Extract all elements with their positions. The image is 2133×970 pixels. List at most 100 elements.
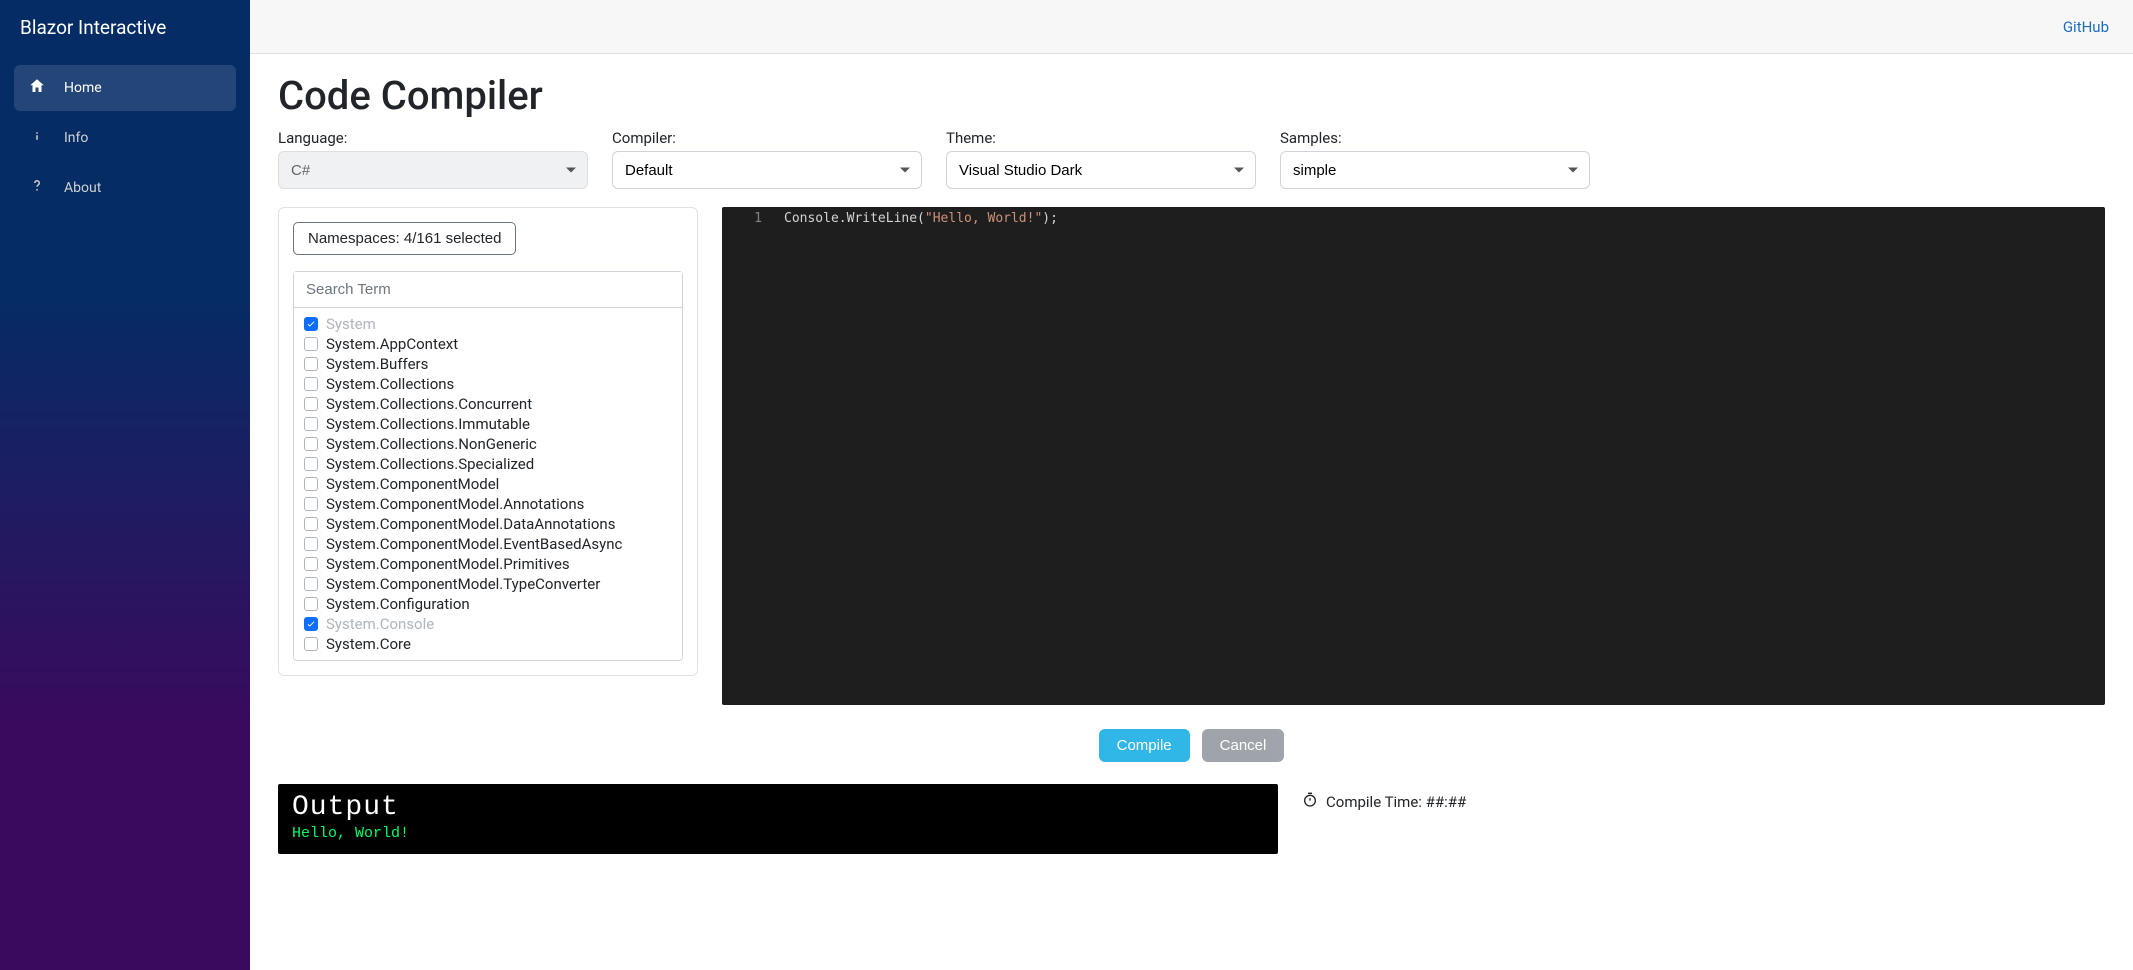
topbar: GitHub (250, 0, 2133, 54)
samples-label: Samples: (1280, 129, 1590, 147)
namespace-label: System.AppContext (326, 335, 458, 353)
namespace-item[interactable]: System.Console (302, 614, 674, 634)
checkbox-icon (304, 577, 318, 591)
nav-info[interactable]: Info (14, 115, 236, 161)
namespace-label: System.ComponentModel.Primitives (326, 555, 570, 573)
language-select: C# (278, 151, 588, 189)
nav-info-label: Info (64, 130, 88, 146)
info-icon (28, 127, 46, 149)
checkbox-icon (304, 557, 318, 571)
compiler-select[interactable]: Default (612, 151, 922, 189)
checkbox-icon (304, 617, 318, 631)
question-icon (28, 177, 46, 199)
output-title: Output (292, 792, 1264, 823)
namespace-item[interactable]: System.Collections.Concurrent (302, 394, 674, 414)
checkbox-icon (304, 517, 318, 531)
nav-home[interactable]: Home (14, 65, 236, 111)
code-editor[interactable]: 1 Console.WriteLine("Hello, World!"); (722, 207, 2105, 705)
editor-code-line: Console.WriteLine("Hello, World!"); (784, 211, 2105, 226)
compile-time: Compile Time: ##:## (1302, 784, 1466, 812)
namespace-item[interactable]: System.Collections.Immutable (302, 414, 674, 434)
namespaces-list[interactable]: System System.AppContext System.Buffers Sys… (294, 308, 682, 660)
namespace-label: System.ComponentModel.Annotations (326, 495, 584, 513)
page-title: Code Compiler (278, 72, 2105, 119)
compiler-group: Compiler: Default (612, 129, 922, 189)
namespace-item[interactable]: System.ComponentModel.EventBasedAsync (302, 534, 674, 554)
checkbox-icon (304, 457, 318, 471)
namespace-item[interactable]: System.AppContext (302, 334, 674, 354)
language-label: Language: (278, 129, 588, 147)
namespace-label: System.ComponentModel (326, 475, 499, 493)
checkbox-icon (304, 377, 318, 391)
stopwatch-icon (1302, 792, 1318, 812)
namespace-label: System.Collections (326, 375, 454, 393)
namespace-label: System (326, 315, 376, 333)
namespaces-dropdown: System System.AppContext System.Buffers Sys… (293, 271, 683, 661)
checkbox-icon (304, 537, 318, 551)
namespace-label: System.Configuration (326, 595, 470, 613)
namespace-item[interactable]: System.Core (302, 634, 674, 654)
namespace-item[interactable]: System.Configuration (302, 594, 674, 614)
theme-select[interactable]: Visual Studio Dark (946, 151, 1256, 189)
sidebar: Blazor Interactive Home Info About (0, 0, 250, 970)
home-icon (28, 77, 46, 99)
checkbox-icon (304, 477, 318, 491)
checkbox-icon (304, 597, 318, 611)
namespace-item[interactable]: System.Collections (302, 374, 674, 394)
namespace-label: System.Collections.Immutable (326, 415, 530, 433)
namespace-label: System.Buffers (326, 355, 428, 373)
namespace-label: System.Collections.Concurrent (326, 395, 532, 413)
namespaces-panel: Namespaces: 4/161 selected System System.… (278, 207, 698, 676)
nav-list: Home Info About (0, 55, 250, 221)
namespace-item[interactable]: System.ComponentModel.DataAnnotations (302, 514, 674, 534)
action-row: Compile Cancel (278, 729, 2105, 762)
work-row: Namespaces: 4/161 selected System System.… (278, 207, 2105, 705)
editor-line-number: 1 (722, 211, 784, 226)
namespaces-search-input[interactable] (294, 272, 682, 308)
theme-group: Theme: Visual Studio Dark (946, 129, 1256, 189)
language-group: Language: C# (278, 129, 588, 189)
namespace-item[interactable]: System.Collections.NonGeneric (302, 434, 674, 454)
namespace-label: System.Collections.Specialized (326, 455, 534, 473)
nav-home-label: Home (64, 80, 102, 96)
content: Code Compiler Language: C# Compiler: Def… (250, 54, 2133, 872)
namespace-label: System.ComponentModel.TypeConverter (326, 575, 600, 593)
checkbox-icon (304, 317, 318, 331)
namespace-item[interactable]: System.ComponentModel.TypeConverter (302, 574, 674, 594)
namespace-label: System.Collections.NonGeneric (326, 435, 537, 453)
checkbox-icon (304, 437, 318, 451)
namespace-item[interactable]: System.ComponentModel.Annotations (302, 494, 674, 514)
namespace-item[interactable]: System.Collections.Specialized (302, 454, 674, 474)
namespace-item[interactable]: System.ComponentModel (302, 474, 674, 494)
bottom-row: Output Hello, World! Compile Time: ##:## (278, 784, 2105, 854)
namespaces-button[interactable]: Namespaces: 4/161 selected (293, 222, 516, 255)
samples-group: Samples: simple (1280, 129, 1590, 189)
controls-row: Language: C# Compiler: Default (278, 129, 2105, 189)
nav-about-label: About (64, 180, 101, 196)
compiler-label: Compiler: (612, 129, 922, 147)
checkbox-icon (304, 417, 318, 431)
compile-button[interactable]: Compile (1099, 729, 1190, 762)
output-box: Output Hello, World! (278, 784, 1278, 854)
samples-select[interactable]: simple (1280, 151, 1590, 189)
checkbox-icon (304, 337, 318, 351)
github-link[interactable]: GitHub (2063, 18, 2109, 36)
namespace-item[interactable]: System (302, 314, 674, 334)
checkbox-icon (304, 397, 318, 411)
output-body: Hello, World! (292, 825, 1264, 842)
checkbox-icon (304, 497, 318, 511)
namespace-label: System.ComponentModel.DataAnnotations (326, 515, 615, 533)
theme-label: Theme: (946, 129, 1256, 147)
compile-time-text: Compile Time: ##:## (1326, 793, 1466, 811)
namespace-label: System.Console (326, 615, 434, 633)
namespace-item[interactable]: System.Buffers (302, 354, 674, 374)
namespace-label: System.Core (326, 635, 411, 653)
main: GitHub Code Compiler Language: C# Compil… (250, 0, 2133, 970)
cancel-button[interactable]: Cancel (1202, 729, 1285, 762)
checkbox-icon (304, 637, 318, 651)
nav-about[interactable]: About (14, 165, 236, 211)
checkbox-icon (304, 357, 318, 371)
namespace-label: System.ComponentModel.EventBasedAsync (326, 535, 622, 553)
brand: Blazor Interactive (0, 0, 250, 55)
namespace-item[interactable]: System.ComponentModel.Primitives (302, 554, 674, 574)
